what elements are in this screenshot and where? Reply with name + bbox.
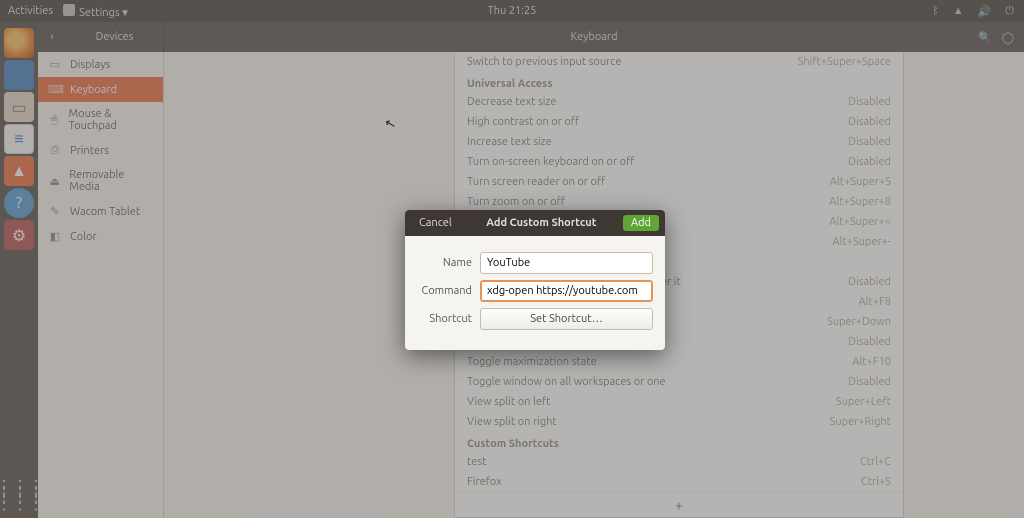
shortcut-label: Shortcut	[417, 313, 472, 325]
dialog-title: Add Custom Shortcut	[460, 217, 623, 229]
command-input[interactable]	[480, 280, 653, 302]
add-shortcut-dialog: Cancel Add Custom Shortcut Add Name Comm…	[405, 210, 665, 350]
command-label: Command	[417, 285, 472, 297]
cancel-button[interactable]: Cancel	[411, 215, 460, 231]
name-input[interactable]	[480, 252, 653, 274]
name-label: Name	[417, 257, 472, 269]
set-shortcut-button[interactable]: Set Shortcut…	[480, 308, 653, 330]
add-button[interactable]: Add	[623, 215, 659, 231]
